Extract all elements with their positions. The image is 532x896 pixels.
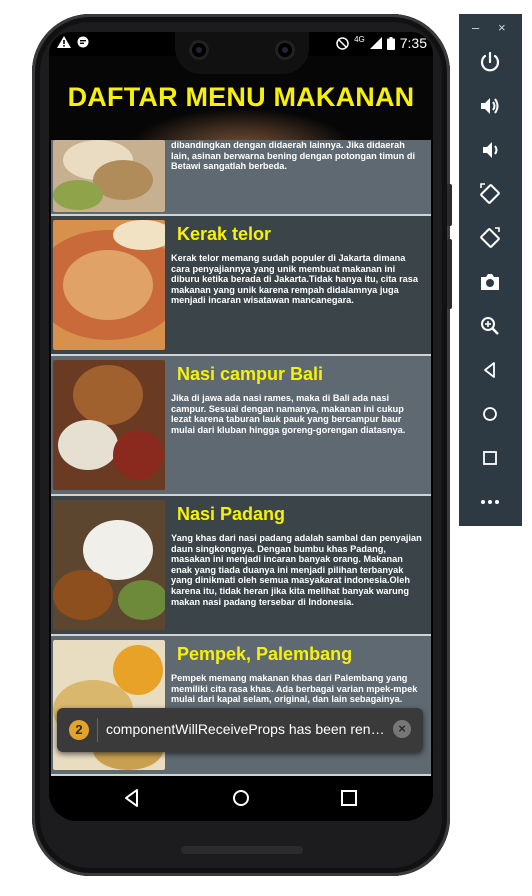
battery-icon (386, 36, 395, 50)
rotate-left-icon[interactable] (478, 182, 502, 206)
menu-item-description: Pempek memang makanan khas dari Palemban… (171, 673, 418, 705)
minimize-button[interactable]: – (472, 20, 479, 35)
zoom-icon[interactable] (478, 314, 502, 338)
emulator-toolbar: – × (459, 14, 522, 526)
close-icon[interactable]: × (393, 720, 411, 738)
menu-item-description: Jika di jawa ada nasi rames, maka di Bal… (171, 393, 406, 435)
list-item[interactable]: Nasi campur Bali Jika di jawa ada nasi r… (51, 356, 431, 496)
menu-item-description: dibandingkan dengan didaerah lainnya. Ji… (171, 140, 415, 172)
warning-count-badge: 2 (69, 720, 89, 740)
list-item[interactable]: dibandingkan dengan didaerah lainnya. Ji… (51, 140, 431, 216)
food-image (53, 220, 165, 350)
menu-list[interactable]: dibandingkan dengan didaerah lainnya. Ji… (51, 140, 431, 776)
dnd-icon (336, 36, 349, 50)
rotate-right-icon[interactable] (478, 226, 502, 250)
speaker-grille (181, 846, 303, 854)
volume-down-icon[interactable] (478, 138, 502, 162)
food-image (53, 360, 165, 490)
menu-item-name: Kerak telor (177, 224, 272, 244)
list-item[interactable]: Kerak telor Kerak telor memang sudah pop… (51, 216, 431, 356)
front-camera-icon (189, 40, 209, 60)
power-side-button (447, 184, 452, 226)
overview-icon[interactable] (478, 446, 502, 470)
back-icon[interactable] (120, 786, 144, 810)
page-title: DAFTAR MENU MAKANAN (67, 82, 415, 112)
menu-item-description: Yang khas dari nasi padang adalah sambal… (171, 533, 422, 607)
warning-toast[interactable]: 2 componentWillReceiveProps has been ren… (57, 708, 423, 752)
navigation-bar (49, 776, 433, 821)
recents-icon[interactable] (337, 786, 361, 810)
menu-item-name: Pempek, Palembang (177, 644, 353, 664)
more-icon[interactable] (478, 490, 502, 514)
food-image (53, 140, 165, 212)
volume-up-icon[interactable] (478, 94, 502, 118)
list-item[interactable]: Pempek, Palembang Pempek memang makanan … (51, 636, 431, 776)
toast-divider (97, 718, 98, 742)
notification-icon (77, 36, 89, 48)
device-screen: 4G 7:35 DAFTAR MENU MAKANAN dibandingkan… (49, 32, 433, 821)
menu-item-name: Nasi campur Bali (177, 364, 324, 384)
back-icon[interactable] (478, 358, 502, 382)
menu-item-description: Kerak telor memang sudah populer di Jaka… (171, 253, 418, 306)
close-button[interactable]: × (498, 20, 506, 35)
network-label: 4G (354, 34, 365, 44)
home-icon[interactable] (478, 402, 502, 426)
signal-icon (369, 37, 382, 49)
warning-icon (57, 36, 71, 48)
toast-message: componentWillReceiveProps has been renam… (106, 721, 386, 737)
menu-item-name: Nasi Padang (177, 504, 286, 524)
food-image (53, 500, 165, 630)
camera-notch (175, 32, 309, 74)
volume-side-button (447, 239, 452, 309)
front-sensor-icon (275, 40, 295, 60)
status-time: 7:35 (399, 35, 427, 51)
power-icon[interactable] (478, 50, 502, 74)
list-item[interactable]: Nasi Padang Yang khas dari nasi padang a… (51, 496, 431, 636)
camera-icon[interactable] (478, 270, 502, 294)
home-icon[interactable] (229, 786, 253, 810)
